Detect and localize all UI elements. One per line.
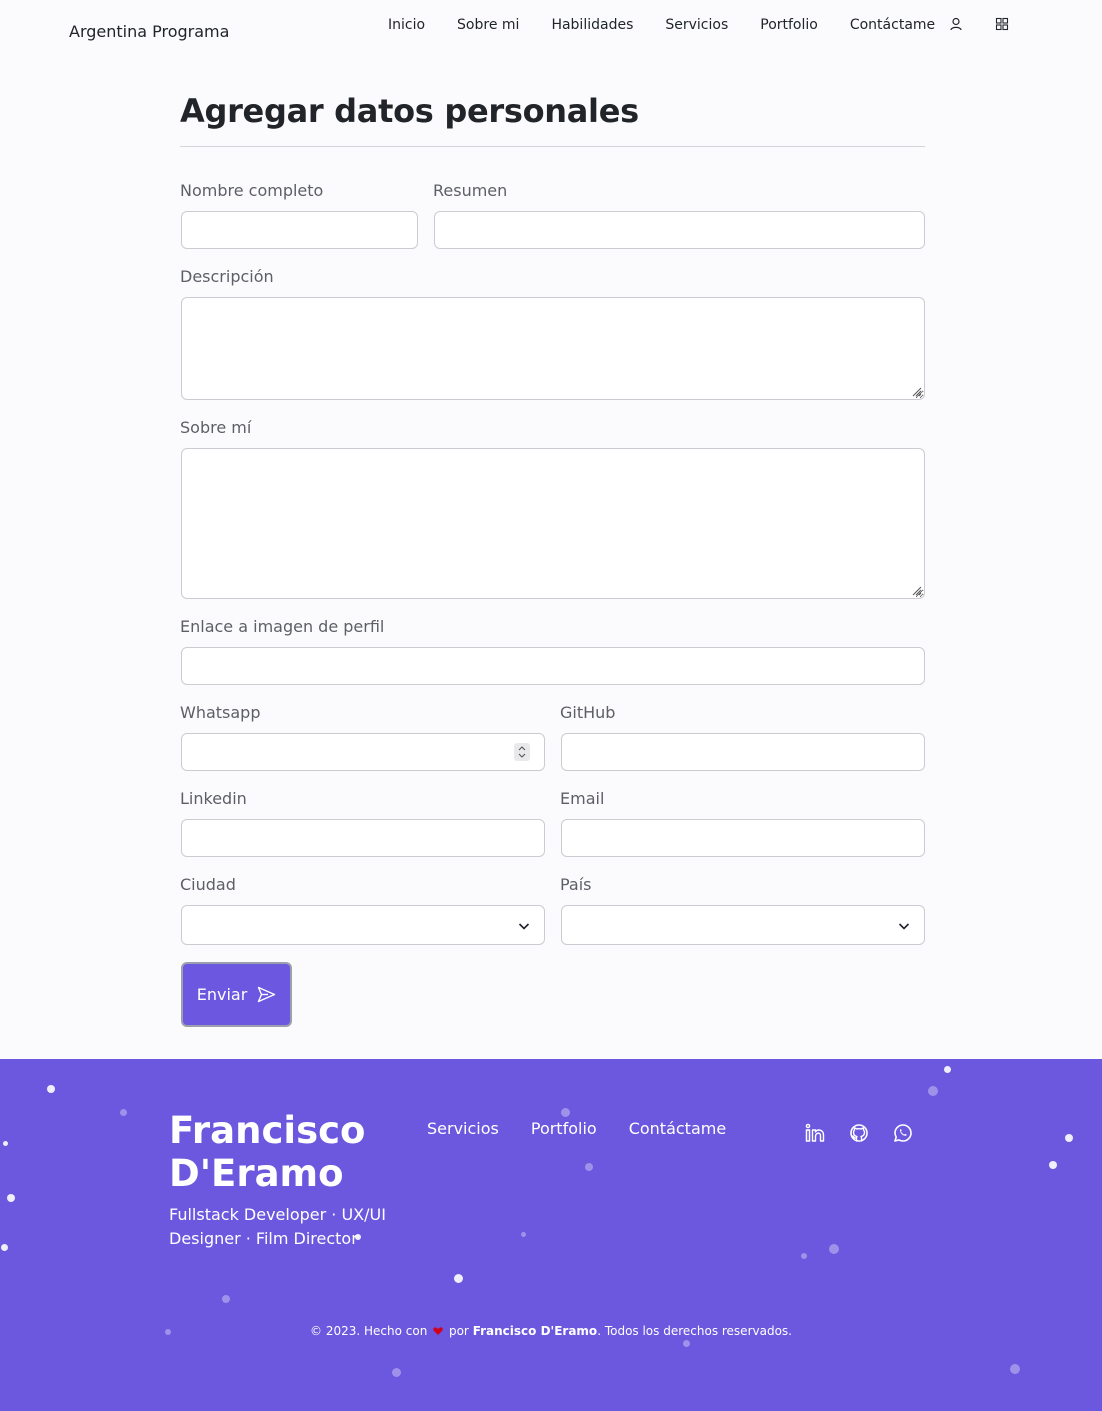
- copyright: © 2023. Hecho con por Francisco D'Eramo.…: [0, 1324, 1102, 1338]
- pais-select[interactable]: [561, 905, 925, 945]
- nombre-label: Nombre completo: [180, 181, 324, 200]
- decorative-particle: [683, 1340, 690, 1347]
- whatsapp-icon[interactable]: [893, 1123, 913, 1143]
- decorative-particle: [585, 1163, 593, 1171]
- copyright-suffix: . Todos los derechos reservados.: [597, 1324, 792, 1338]
- ciudad-label: Ciudad: [180, 875, 236, 894]
- submit-label: Enviar: [196, 985, 248, 1004]
- sobre-mi-label: Sobre mí: [180, 418, 252, 437]
- navbar: Argentina Programa Inicio Sobre mi Habil…: [0, 0, 1102, 60]
- chevron-down-icon: [898, 923, 910, 930]
- footer-link-portfolio[interactable]: Portfolio: [515, 1119, 613, 1138]
- footer: Francisco D'Eramo Fullstack Developer · …: [0, 1059, 1102, 1411]
- number-stepper[interactable]: [514, 743, 530, 761]
- nav-link-servicios[interactable]: Servicios: [649, 16, 744, 34]
- footer-link-contactame[interactable]: Contáctame: [613, 1119, 742, 1138]
- github-icon[interactable]: [849, 1123, 869, 1143]
- submit-button[interactable]: Enviar: [181, 962, 292, 1027]
- decorative-particle: [1065, 1134, 1073, 1142]
- decorative-particle: [1, 1244, 8, 1251]
- decorative-particle: [222, 1295, 230, 1303]
- linkedin-icon[interactable]: [805, 1123, 825, 1143]
- decorative-particle: [521, 1232, 526, 1237]
- descripcion-label: Descripción: [180, 267, 274, 286]
- github-label: GitHub: [560, 703, 616, 722]
- github-input[interactable]: [561, 733, 925, 771]
- whatsapp-label: Whatsapp: [180, 703, 261, 722]
- footer-name: Francisco D'Eramo: [169, 1109, 366, 1195]
- user-icon[interactable]: [949, 17, 963, 31]
- email-input[interactable]: [561, 819, 925, 857]
- decorative-particle: [1010, 1364, 1020, 1374]
- linkedin-input[interactable]: [181, 819, 545, 857]
- send-icon: [258, 986, 276, 1003]
- title-divider: [180, 146, 925, 147]
- whatsapp-input[interactable]: [181, 733, 545, 771]
- sobre-mi-textarea[interactable]: [181, 448, 925, 599]
- chevron-down-icon: [518, 923, 530, 930]
- copyright-by: por: [448, 1324, 469, 1338]
- footer-links: Servicios Portfolio Contáctame: [411, 1119, 742, 1138]
- decorative-particle: [47, 1085, 55, 1093]
- ciudad-select[interactable]: [181, 905, 545, 945]
- decorative-particle: [561, 1108, 570, 1117]
- nav-link-portfolio[interactable]: Portfolio: [744, 16, 834, 34]
- decorative-particle: [392, 1368, 401, 1377]
- brand-name[interactable]: Argentina Programa: [69, 22, 229, 41]
- decorative-particle: [1049, 1161, 1057, 1169]
- resumen-label: Resumen: [433, 181, 508, 200]
- decorative-particle: [454, 1274, 463, 1283]
- grid-icon[interactable]: [995, 17, 1009, 31]
- decorative-particle: [120, 1109, 127, 1116]
- nav-link-habilidades[interactable]: Habilidades: [535, 16, 649, 34]
- copyright-prefix: © 2023. Hecho con: [310, 1324, 428, 1338]
- decorative-particle: [3, 1141, 8, 1146]
- decorative-particle: [928, 1086, 938, 1096]
- pais-label: País: [560, 875, 592, 894]
- nav-link-sobre-mi[interactable]: Sobre mi: [441, 16, 535, 34]
- resumen-input[interactable]: [434, 211, 925, 249]
- imagen-label: Enlace a imagen de perfil: [180, 617, 385, 636]
- nav-link-inicio[interactable]: Inicio: [372, 16, 441, 34]
- nav-links: Inicio Sobre mi Habilidades Servicios Po…: [372, 16, 951, 34]
- descripcion-textarea[interactable]: [181, 297, 925, 400]
- decorative-particle: [801, 1253, 807, 1259]
- footer-link-servicios[interactable]: Servicios: [411, 1119, 515, 1138]
- footer-role: Fullstack Developer · UX/UI Designer · F…: [169, 1205, 386, 1248]
- decorative-particle: [7, 1194, 15, 1202]
- decorative-particle: [829, 1244, 839, 1254]
- email-label: Email: [560, 789, 605, 808]
- imagen-url-input[interactable]: [181, 647, 925, 685]
- linkedin-label: Linkedin: [180, 789, 247, 808]
- stepper-arrows-icon: [518, 746, 526, 758]
- decorative-particle: [944, 1066, 951, 1073]
- nombre-input[interactable]: [181, 211, 418, 249]
- nav-link-contactame[interactable]: Contáctame: [834, 16, 951, 34]
- page-title: Agregar datos personales: [180, 92, 639, 130]
- copyright-author: Francisco D'Eramo: [472, 1324, 598, 1338]
- heart-icon: [433, 1327, 443, 1335]
